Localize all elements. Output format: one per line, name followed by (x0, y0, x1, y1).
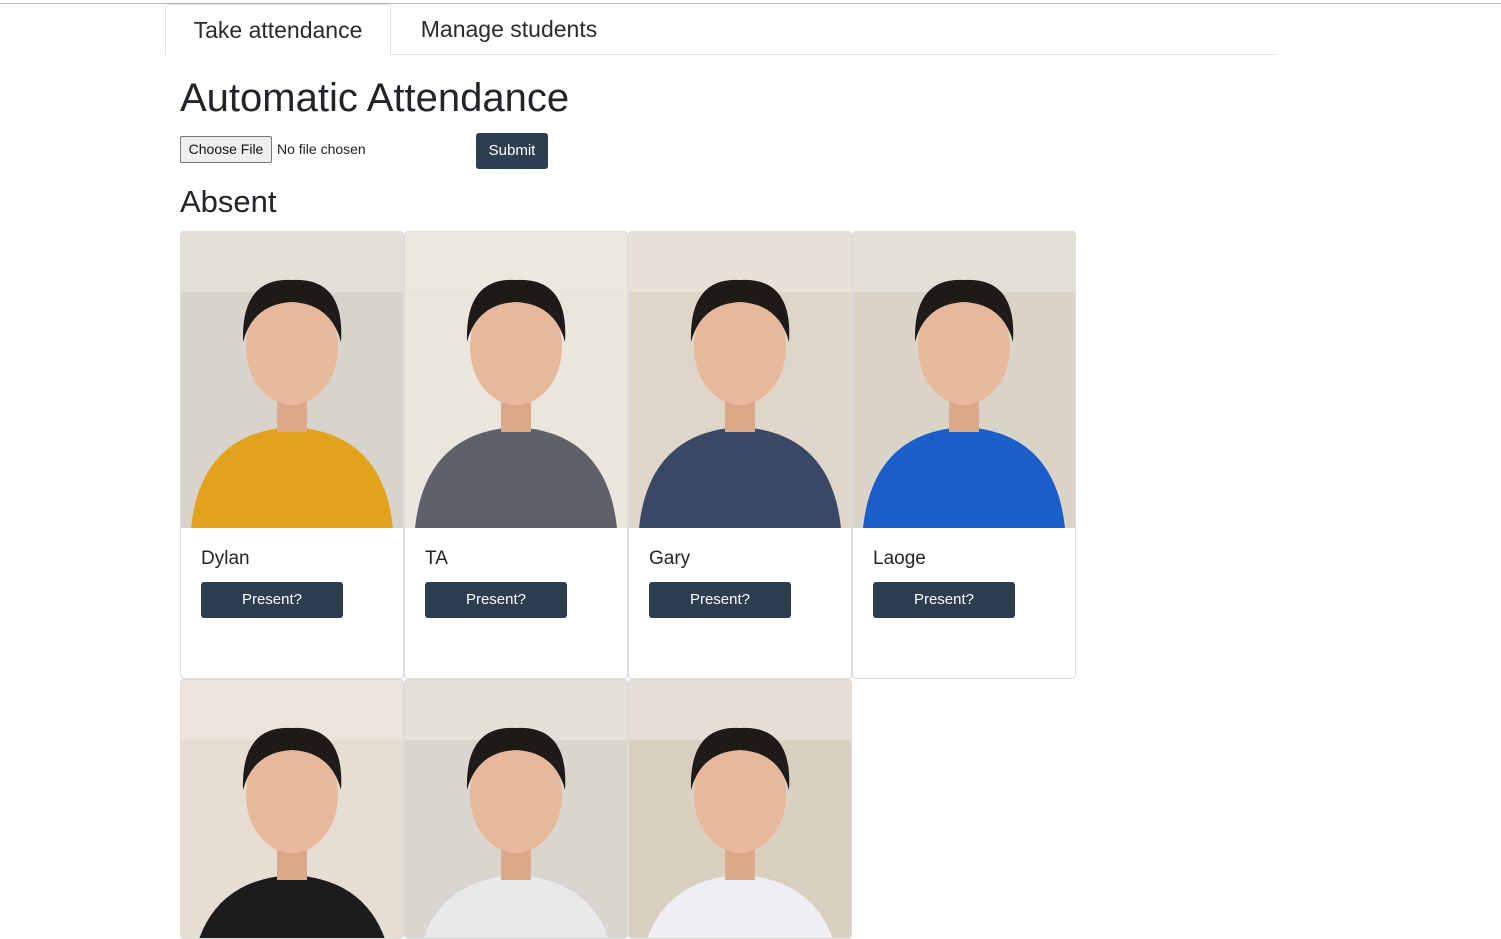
student-card: TA Present? (404, 231, 628, 679)
student-card: Gary Present? (628, 231, 852, 679)
tab-bar: Take attendance Manage students (165, 4, 1275, 55)
present-button[interactable]: Present? (425, 582, 567, 618)
present-button[interactable]: Present? (201, 582, 343, 618)
student-name: Laoge (873, 548, 926, 569)
student-photo (405, 232, 627, 528)
student-card: Laoge Present? (852, 231, 1076, 679)
tab-take-attendance[interactable]: Take attendance (165, 4, 391, 55)
present-button[interactable]: Present? (873, 582, 1015, 618)
student-photo (405, 680, 627, 938)
choose-file-button[interactable]: Choose File (180, 136, 272, 163)
student-card (404, 679, 628, 939)
student-name: Dylan (201, 548, 250, 569)
submit-button[interactable]: Submit (476, 133, 548, 169)
file-status-text: No file chosen (277, 141, 366, 157)
student-card (180, 679, 404, 939)
student-name: TA (425, 548, 448, 569)
student-name: Gary (649, 548, 691, 569)
student-photo (629, 232, 851, 528)
absent-section-title: Absent (180, 184, 277, 219)
student-photo (181, 680, 403, 938)
student-photo (853, 232, 1075, 528)
present-button[interactable]: Present? (649, 582, 791, 618)
student-photo (629, 680, 851, 938)
student-photo (181, 232, 403, 528)
tab-manage-students[interactable]: Manage students (405, 4, 613, 54)
page-title: Automatic Attendance (180, 76, 570, 120)
student-card: Dylan Present? (180, 231, 404, 679)
student-card (628, 679, 852, 939)
